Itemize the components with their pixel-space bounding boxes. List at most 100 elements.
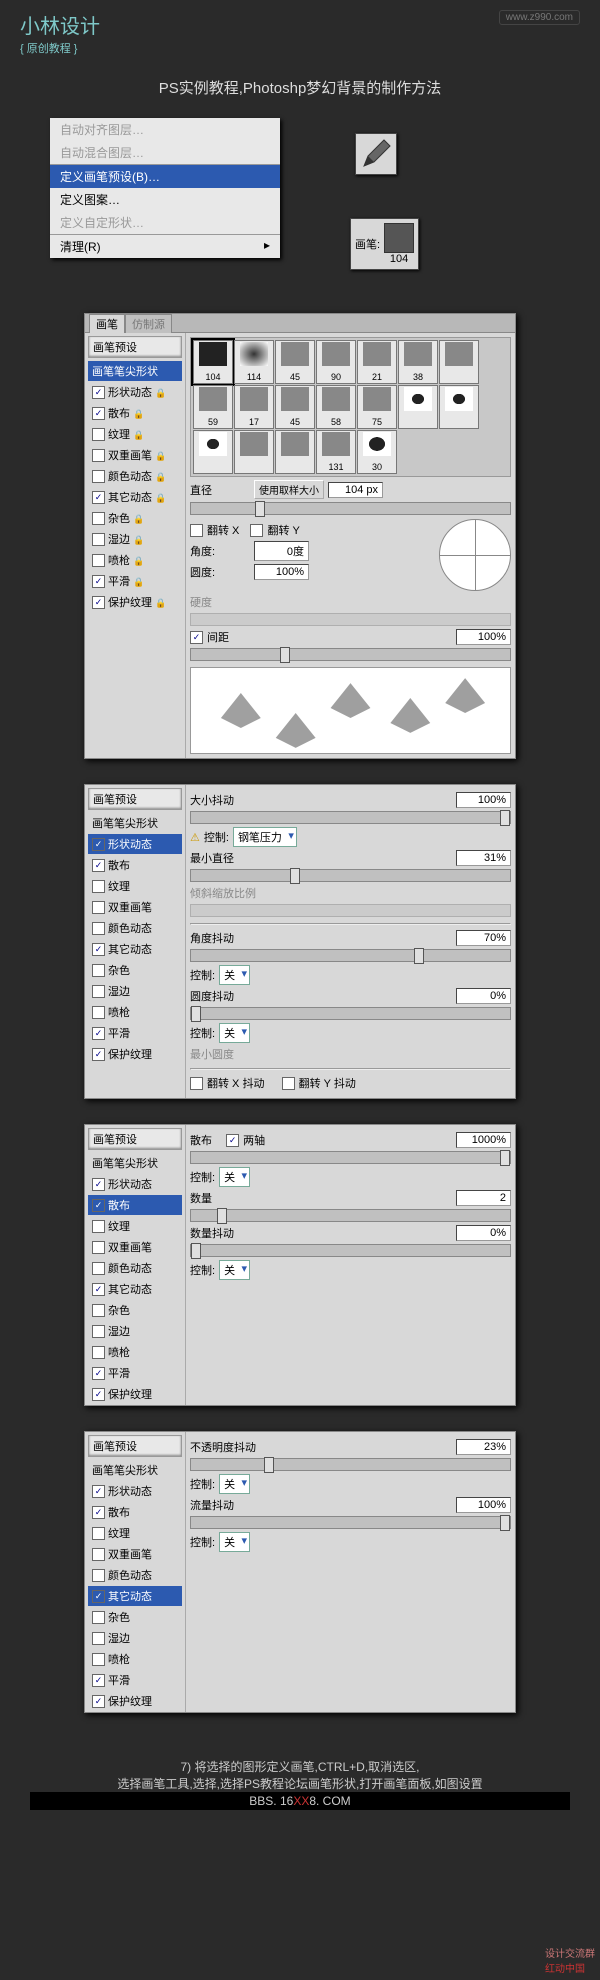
brush-thumb[interactable]: 131: [316, 430, 356, 474]
sidebar-scatter[interactable]: ✓散布🔒: [88, 403, 182, 423]
control-select[interactable]: 关: [219, 1260, 250, 1280]
sidebar-dual[interactable]: 双重画笔: [88, 1544, 182, 1564]
sidebar-shape-dynamics[interactable]: ✓形状动态🔒: [88, 382, 182, 402]
sidebar-wet[interactable]: 湿边: [88, 981, 182, 1001]
brush-thumb[interactable]: 21: [357, 340, 397, 384]
control-select[interactable]: 关: [219, 1167, 250, 1187]
sidebar-protect[interactable]: ✓保护纹理: [88, 1044, 182, 1064]
sidebar-dual[interactable]: 双重画笔: [88, 897, 182, 917]
angle-diagram[interactable]: [439, 519, 511, 591]
sidebar-protect[interactable]: ✓保护纹理: [88, 1384, 182, 1404]
angle-jitter-slider[interactable]: [190, 949, 511, 962]
spacing-slider[interactable]: [190, 648, 511, 661]
sidebar-protect[interactable]: ✓保护纹理: [88, 1691, 182, 1711]
brush-thumb[interactable]: 58: [316, 385, 356, 429]
opacity-jitter-value[interactable]: 23%: [456, 1439, 511, 1455]
angle-value[interactable]: 0度: [254, 541, 309, 561]
sidebar-tip-shape[interactable]: 画笔笔尖形状: [88, 361, 182, 381]
brush-thumb[interactable]: 38: [398, 340, 438, 384]
flipx-jitter-checkbox[interactable]: [190, 1077, 203, 1090]
sidebar-dual[interactable]: 双重画笔: [88, 1237, 182, 1257]
control-select[interactable]: 关: [219, 1532, 250, 1552]
sidebar-texture[interactable]: 纹理: [88, 1216, 182, 1236]
sidebar-other[interactable]: ✓其它动态: [88, 939, 182, 959]
brush-thumb[interactable]: 75: [357, 385, 397, 429]
min-dia-slider[interactable]: [190, 869, 511, 882]
flow-jitter-value[interactable]: 100%: [456, 1497, 511, 1513]
round-jitter-slider[interactable]: [190, 1007, 511, 1020]
sidebar-other[interactable]: ✓其它动态🔒: [88, 487, 182, 507]
diameter-slider[interactable]: [190, 502, 511, 515]
brush-thumb[interactable]: 17: [234, 385, 274, 429]
sidebar-shape-dynamics[interactable]: ✓形状动态: [88, 1174, 182, 1194]
menu-purge[interactable]: 清理(R)▸: [50, 235, 280, 258]
flipy-checkbox[interactable]: [250, 524, 263, 537]
spacing-value[interactable]: 100%: [456, 629, 511, 645]
brush-thumb[interactable]: 90: [316, 340, 356, 384]
sidebar-airbrush[interactable]: 喷枪: [88, 1649, 182, 1669]
brush-thumb[interactable]: 45: [275, 385, 315, 429]
sidebar-scatter[interactable]: ✓散布: [88, 855, 182, 875]
sidebar-noise[interactable]: 杂色: [88, 1607, 182, 1627]
sidebar-texture[interactable]: 纹理: [88, 1523, 182, 1543]
sidebar-protect[interactable]: ✓保护纹理🔒: [88, 592, 182, 612]
control-select[interactable]: 钢笔压力: [233, 827, 297, 847]
brush-thumb[interactable]: [275, 430, 315, 474]
brush-thumb[interactable]: 30: [357, 430, 397, 474]
sidebar-other[interactable]: ✓其它动态: [88, 1279, 182, 1299]
sidebar-tip-shape[interactable]: 画笔笔尖形状: [88, 813, 182, 833]
brush-thumb[interactable]: 104: [193, 340, 233, 384]
sidebar-tip-shape[interactable]: 画笔笔尖形状: [88, 1460, 182, 1480]
tab-clone[interactable]: 仿制源: [125, 314, 172, 333]
count-jitter-value[interactable]: 0%: [456, 1225, 511, 1241]
menu-define-brush[interactable]: 定义画笔预设(B)…: [50, 165, 280, 188]
angle-jitter-value[interactable]: 70%: [456, 930, 511, 946]
min-dia-value[interactable]: 31%: [456, 850, 511, 866]
sidebar-color[interactable]: 颜色动态🔒: [88, 466, 182, 486]
control-select[interactable]: 关: [219, 965, 250, 985]
sidebar-scatter[interactable]: ✓散布: [88, 1502, 182, 1522]
count-slider[interactable]: [190, 1209, 511, 1222]
sidebar-smooth[interactable]: ✓平滑: [88, 1023, 182, 1043]
sidebar-shape-dynamics[interactable]: ✓形状动态: [88, 834, 182, 854]
sidebar-airbrush[interactable]: 喷枪🔒: [88, 550, 182, 570]
brush-thumb[interactable]: [234, 430, 274, 474]
flipy-jitter-checkbox[interactable]: [282, 1077, 295, 1090]
opacity-jitter-slider[interactable]: [190, 1458, 511, 1471]
spacing-checkbox[interactable]: ✓: [190, 631, 203, 644]
both-axes-checkbox[interactable]: ✓: [226, 1134, 239, 1147]
scatter-value[interactable]: 1000%: [456, 1132, 511, 1148]
sidebar-color[interactable]: 颜色动态: [88, 1565, 182, 1585]
sidebar-noise[interactable]: 杂色: [88, 960, 182, 980]
brush-swatch[interactable]: [384, 223, 414, 253]
sidebar-wet[interactable]: 湿边🔒: [88, 529, 182, 549]
count-value[interactable]: 2: [456, 1190, 511, 1206]
brush-thumb[interactable]: 114: [234, 340, 274, 384]
tab-brush[interactable]: 画笔: [89, 314, 125, 333]
sidebar-texture[interactable]: 纹理🔒: [88, 424, 182, 444]
brush-thumb[interactable]: 59: [193, 385, 233, 429]
brush-thumb[interactable]: [398, 385, 438, 429]
sidebar-airbrush[interactable]: 喷枪: [88, 1342, 182, 1362]
sidebar-smooth[interactable]: ✓平滑: [88, 1363, 182, 1383]
control-select[interactable]: 关: [219, 1023, 250, 1043]
preset-header[interactable]: 画笔预设: [88, 336, 182, 358]
preset-header[interactable]: 画笔预设: [88, 1435, 182, 1457]
diameter-value[interactable]: 104 px: [328, 482, 383, 498]
sidebar-color[interactable]: 颜色动态: [88, 918, 182, 938]
brush-thumb[interactable]: [193, 430, 233, 474]
sidebar-dual[interactable]: 双重画笔🔒: [88, 445, 182, 465]
sidebar-shape-dynamics[interactable]: ✓形状动态: [88, 1481, 182, 1501]
sidebar-smooth[interactable]: ✓平滑: [88, 1670, 182, 1690]
sidebar-texture[interactable]: 纹理: [88, 876, 182, 896]
round-jitter-value[interactable]: 0%: [456, 988, 511, 1004]
sidebar-noise[interactable]: 杂色: [88, 1300, 182, 1320]
sidebar-noise[interactable]: 杂色🔒: [88, 508, 182, 528]
use-sample-button[interactable]: 使用取样大小: [254, 480, 324, 499]
size-jitter-value[interactable]: 100%: [456, 792, 511, 808]
flow-jitter-slider[interactable]: [190, 1516, 511, 1529]
sidebar-wet[interactable]: 湿边: [88, 1321, 182, 1341]
round-value[interactable]: 100%: [254, 564, 309, 580]
preset-header[interactable]: 画笔预设: [88, 788, 182, 810]
count-jitter-slider[interactable]: [190, 1244, 511, 1257]
